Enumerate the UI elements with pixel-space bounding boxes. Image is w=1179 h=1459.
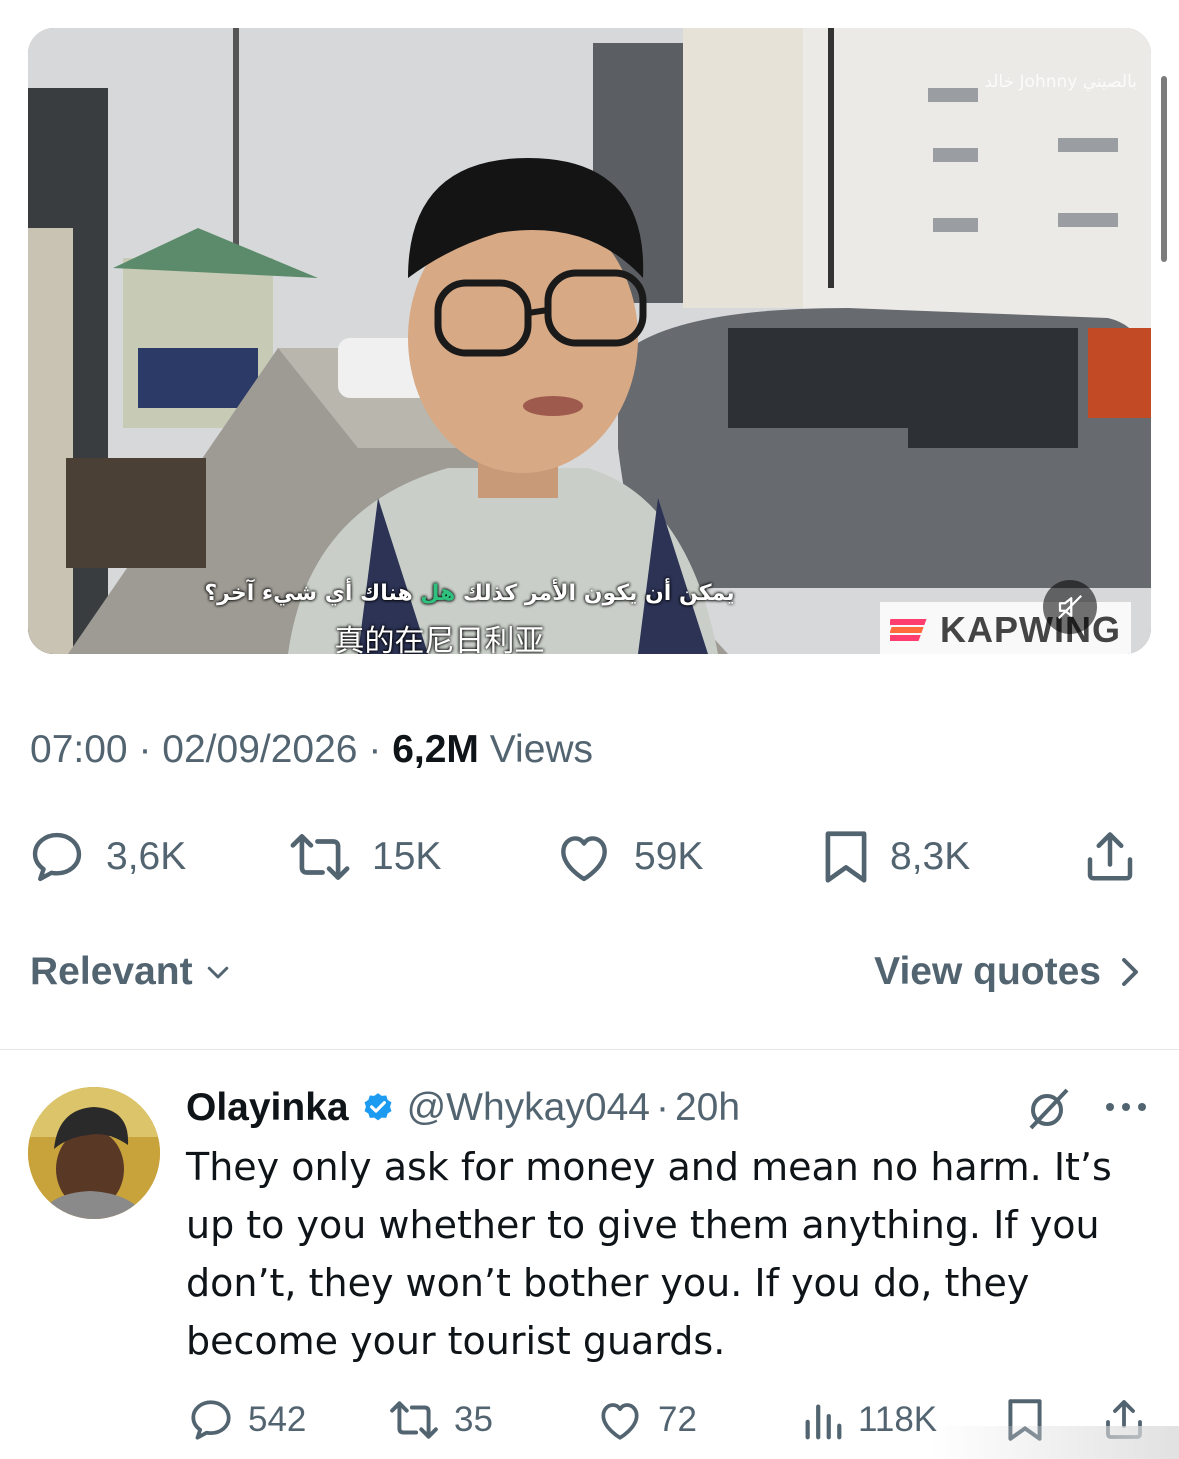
share-button[interactable] xyxy=(1080,822,1140,892)
bookmark-button[interactable]: 8,3K xyxy=(820,822,970,892)
subtitle-arabic-suffix: هناك أي شيء آخر؟ xyxy=(204,581,421,606)
like-icon xyxy=(561,836,607,882)
subtitle-arabic-highlight: هل xyxy=(420,581,456,606)
tweet-meta: 07:00 · 02/09/2026 · 6,2M Views xyxy=(30,728,593,772)
view-quotes-label: View quotes xyxy=(874,950,1101,993)
like-icon xyxy=(601,1403,639,1440)
tweet-actions: 3,6K 15K 59K 8,3K xyxy=(0,822,1179,892)
scrollbar[interactable] xyxy=(1161,76,1167,262)
reply-icon xyxy=(32,832,82,882)
repost-count: 15K xyxy=(372,835,442,878)
reply-time[interactable]: 20h xyxy=(675,1086,740,1130)
reply-repost-count: 35 xyxy=(454,1400,493,1439)
reply-repost-button[interactable]: 35 xyxy=(386,1390,493,1450)
chevron-right-icon xyxy=(1122,958,1138,986)
reply-like-button[interactable]: 72 xyxy=(594,1390,697,1450)
video-frame xyxy=(28,28,1151,654)
video-player[interactable]: ﺧﺎﻟﺪ Johnny ﺑﺎﻟﺼﻴﻨﻲ يمكن أن يكون الأمر ك… xyxy=(28,28,1151,654)
mute-icon xyxy=(1057,594,1083,620)
view-quotes-link[interactable]: View quotes xyxy=(874,950,1141,994)
replies-sort-row: Relevant View quotes xyxy=(0,950,1179,1006)
share-icon xyxy=(1087,832,1133,881)
reply-count: 3,6K xyxy=(106,835,187,878)
reply-header: Olayinka @Whykay044 · 20h xyxy=(186,1084,740,1132)
meta-separator: · xyxy=(368,728,382,771)
more-icon[interactable] xyxy=(1103,1100,1149,1114)
views-icon xyxy=(805,1404,842,1440)
reply-button[interactable]: 3,6K xyxy=(26,822,186,892)
header-separator: · xyxy=(655,1086,669,1129)
like-count: 59K xyxy=(634,835,704,878)
repost-icon xyxy=(390,1401,438,1439)
meta-separator: · xyxy=(138,728,152,771)
reply-text: They only ask for money and mean no harm… xyxy=(186,1145,1112,1363)
reply-reply-button[interactable]: 542 xyxy=(186,1390,306,1450)
reply-reply-count: 542 xyxy=(248,1400,307,1439)
sort-label: Relevant xyxy=(30,950,193,993)
bottom-overlay xyxy=(930,1426,1179,1459)
divider xyxy=(0,1049,1179,1050)
repost-button[interactable]: 15K xyxy=(286,822,441,892)
reply-icon xyxy=(191,1400,231,1440)
verified-badge-icon xyxy=(364,1093,392,1121)
chevron-down-icon xyxy=(207,966,228,979)
bookmark-icon xyxy=(825,831,867,883)
tweet-time[interactable]: 07:00 xyxy=(30,728,128,771)
channel-watermark: ﺧﺎﻟﺪ Johnny ﺑﺎﻟﺼﻴﻨﻲ xyxy=(984,72,1137,92)
reply-views-count: 118K xyxy=(858,1400,938,1439)
subtitle-arabic-prefix: يمكن أن يكون الأمر كذلك xyxy=(455,581,735,606)
author-name[interactable]: Olayinka xyxy=(186,1086,349,1130)
reply-like-count: 72 xyxy=(658,1400,697,1439)
grok-icon[interactable] xyxy=(1024,1084,1074,1132)
sort-dropdown[interactable]: Relevant xyxy=(30,950,233,994)
like-button[interactable]: 59K xyxy=(552,822,703,892)
tweet-date[interactable]: 02/09/2026 xyxy=(162,728,357,771)
views-label: Views xyxy=(489,728,594,771)
author-handle[interactable]: @Whykay044 xyxy=(407,1086,650,1130)
avatar[interactable] xyxy=(28,1087,160,1219)
reply-views-button[interactable]: 118K xyxy=(800,1390,937,1450)
kapwing-logo-icon xyxy=(890,619,927,641)
mute-button[interactable] xyxy=(1043,580,1097,634)
bookmark-count: 8,3K xyxy=(890,835,971,878)
avatar-image xyxy=(28,1087,160,1219)
views-count: 6,2M xyxy=(392,728,479,771)
repost-icon xyxy=(290,834,350,880)
